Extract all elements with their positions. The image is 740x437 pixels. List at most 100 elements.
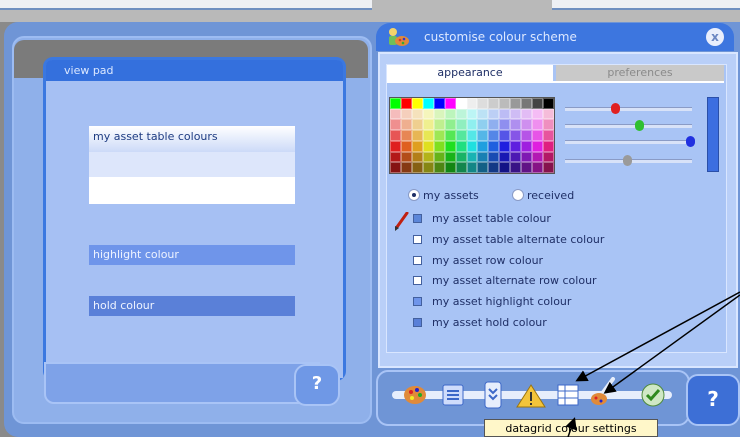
- palette-swatch[interactable]: [444, 140, 456, 152]
- palette-swatch[interactable]: [390, 140, 401, 152]
- brightness-slider-knob[interactable]: [623, 155, 632, 166]
- warning-icon[interactable]: [516, 384, 546, 408]
- palette-swatch[interactable]: [532, 162, 544, 173]
- palette-swatch[interactable]: [499, 140, 511, 152]
- palette-swatch[interactable]: [521, 162, 533, 173]
- palette-swatch[interactable]: [411, 130, 423, 141]
- blue-slider-knob[interactable]: [686, 136, 695, 147]
- palette-swatch[interactable]: [510, 162, 522, 173]
- palette-swatch[interactable]: [422, 130, 434, 141]
- palette-swatch[interactable]: [390, 130, 401, 141]
- palette-swatch[interactable]: [488, 162, 500, 173]
- palette-swatch[interactable]: [532, 119, 544, 131]
- close-button[interactable]: x: [706, 28, 724, 46]
- palette-swatch[interactable]: [433, 119, 445, 131]
- palette-swatch[interactable]: [521, 151, 533, 163]
- palette-swatch[interactable]: [532, 140, 544, 152]
- confirm-check-icon[interactable]: [640, 382, 666, 408]
- red-slider[interactable]: [565, 103, 692, 114]
- paint-brush-icon[interactable]: [588, 377, 618, 409]
- palette-swatch[interactable]: [466, 151, 478, 163]
- palette-swatch[interactable]: [400, 108, 412, 120]
- palette-swatch[interactable]: [543, 162, 554, 173]
- palette-swatch[interactable]: [422, 119, 434, 131]
- palette-swatch[interactable]: [499, 130, 511, 141]
- palette-swatch[interactable]: [510, 108, 522, 120]
- palette-swatch[interactable]: [499, 162, 511, 173]
- palette-swatch[interactable]: [455, 162, 467, 173]
- palette-swatch[interactable]: [422, 140, 434, 152]
- palette-swatch[interactable]: [499, 151, 511, 163]
- red-slider-knob[interactable]: [611, 103, 620, 114]
- palette-swatch[interactable]: [488, 140, 500, 152]
- palette-swatch[interactable]: [422, 162, 434, 173]
- palette-swatch[interactable]: [488, 151, 500, 163]
- palette-swatch[interactable]: [455, 108, 467, 120]
- palette-swatch[interactable]: [543, 119, 554, 131]
- palette-swatch[interactable]: [400, 130, 412, 141]
- datagrid-icon[interactable]: [557, 384, 579, 406]
- palette-swatch[interactable]: [433, 140, 445, 152]
- palette-swatch[interactable]: [488, 119, 500, 131]
- palette-swatch[interactable]: [433, 162, 445, 173]
- radio-received[interactable]: received: [512, 189, 574, 202]
- palette-swatch[interactable]: [510, 119, 522, 131]
- palette-swatch[interactable]: [411, 98, 423, 109]
- palette-swatch[interactable]: [521, 108, 533, 120]
- palette-swatch[interactable]: [510, 140, 522, 152]
- palette-swatch[interactable]: [400, 151, 412, 163]
- palette-swatch[interactable]: [411, 151, 423, 163]
- palette-swatch[interactable]: [543, 98, 554, 109]
- palette-swatch[interactable]: [521, 119, 533, 131]
- palette-swatch[interactable]: [466, 140, 478, 152]
- palette-swatch[interactable]: [532, 130, 544, 141]
- tab-preferences[interactable]: preferences: [556, 65, 724, 81]
- palette-swatch[interactable]: [422, 98, 434, 109]
- palette-swatch[interactable]: [510, 98, 522, 109]
- palette-swatch[interactable]: [466, 119, 478, 131]
- palette-swatch[interactable]: [433, 98, 445, 109]
- palette-swatch[interactable]: [477, 151, 489, 163]
- palette-swatch[interactable]: [477, 162, 489, 173]
- view-pad-help-button[interactable]: ?: [294, 364, 340, 406]
- palette-swatch[interactable]: [499, 98, 511, 109]
- palette-swatch[interactable]: [433, 130, 445, 141]
- palette-swatch[interactable]: [444, 108, 456, 120]
- palette-swatch[interactable]: [543, 130, 554, 141]
- palette-icon[interactable]: [402, 383, 428, 407]
- palette-swatch[interactable]: [488, 130, 500, 141]
- palette-swatch[interactable]: [455, 98, 467, 109]
- palette-swatch[interactable]: [390, 151, 401, 163]
- palette-swatch[interactable]: [390, 108, 401, 120]
- palette-swatch[interactable]: [466, 98, 478, 109]
- radio-my-assets[interactable]: my assets: [408, 189, 479, 202]
- list-icon[interactable]: [442, 384, 464, 406]
- palette-swatch[interactable]: [400, 140, 412, 152]
- palette-swatch[interactable]: [532, 98, 544, 109]
- palette-swatch[interactable]: [411, 140, 423, 152]
- palette-swatch[interactable]: [390, 162, 401, 173]
- tab-appearance[interactable]: appearance: [387, 65, 553, 81]
- palette-swatch[interactable]: [422, 108, 434, 120]
- palette-swatch[interactable]: [433, 108, 445, 120]
- expand-icon[interactable]: [484, 381, 502, 409]
- green-slider[interactable]: [565, 120, 692, 131]
- palette-swatch[interactable]: [477, 98, 489, 109]
- palette-swatch[interactable]: [466, 108, 478, 120]
- dialog-help-button[interactable]: ?: [686, 374, 740, 426]
- palette-swatch[interactable]: [400, 162, 412, 173]
- palette-swatch[interactable]: [521, 130, 533, 141]
- palette-swatch[interactable]: [390, 119, 401, 131]
- palette-swatch[interactable]: [400, 98, 412, 109]
- palette-swatch[interactable]: [532, 151, 544, 163]
- palette-swatch[interactable]: [466, 130, 478, 141]
- palette-swatch[interactable]: [390, 98, 401, 109]
- palette-swatch[interactable]: [455, 151, 467, 163]
- palette-swatch[interactable]: [510, 151, 522, 163]
- palette-swatch[interactable]: [499, 108, 511, 120]
- palette-swatch[interactable]: [477, 140, 489, 152]
- palette-swatch[interactable]: [510, 130, 522, 141]
- palette-swatch[interactable]: [433, 151, 445, 163]
- palette-swatch[interactable]: [543, 108, 554, 120]
- palette-swatch[interactable]: [444, 119, 456, 131]
